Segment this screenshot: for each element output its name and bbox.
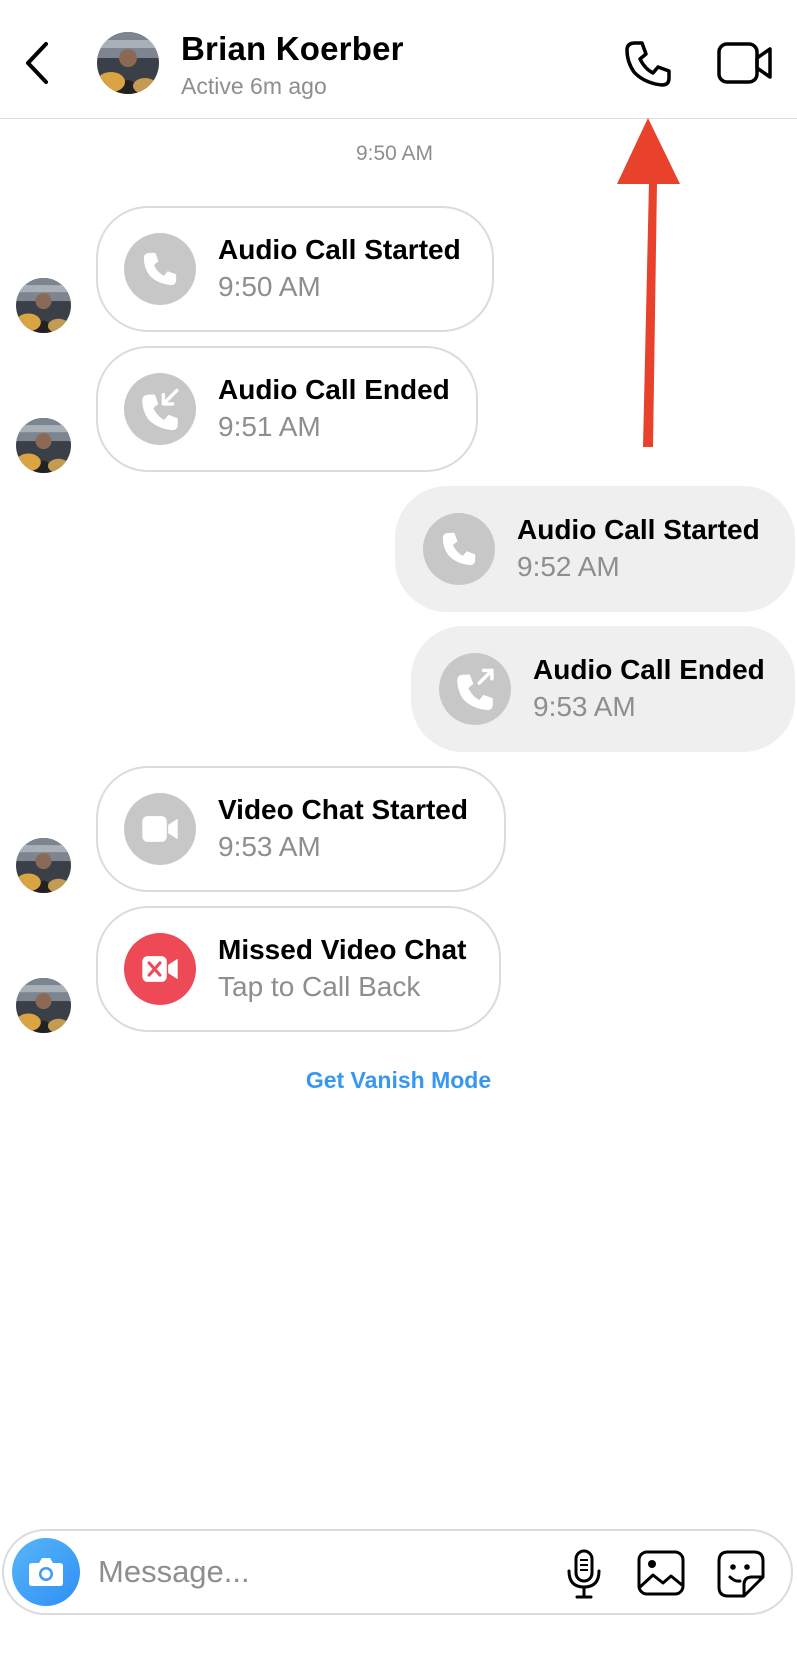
call-event-title: Audio Call Ended <box>218 374 450 405</box>
call-event-bubble[interactable]: Audio Call Started 9:52 AM <box>395 486 795 612</box>
call-event-title: Audio Call Ended <box>533 654 765 685</box>
back-button[interactable] <box>18 38 62 88</box>
call-event-time: 9:53 AM <box>218 831 321 862</box>
call-event-title: Video Chat Started <box>218 794 468 825</box>
sender-avatar[interactable] <box>16 418 71 473</box>
dm-thread-screen: Brian Koerber Active 6m ago 9:50 AM Audi… <box>0 0 797 1656</box>
phone-icon <box>625 41 671 87</box>
call-event-time: 9:50 AM <box>218 271 321 302</box>
audio-call-button[interactable] <box>622 38 674 90</box>
incoming-call-icon <box>142 388 179 431</box>
sender-avatar[interactable] <box>16 278 71 333</box>
missed-call-bubble[interactable]: Missed Video Chat Tap to Call Back <box>96 906 501 1032</box>
call-event-bubble[interactable]: Audio Call Ended 9:53 AM <box>411 626 795 752</box>
thread-header: Brian Koerber Active 6m ago <box>0 0 797 119</box>
call-event-icon <box>124 793 196 865</box>
missed-video-icon <box>142 956 178 982</box>
gallery-button[interactable] <box>636 1549 686 1597</box>
microphone-icon <box>567 1549 601 1599</box>
active-status: Active 6m ago <box>181 73 327 99</box>
call-back-prompt: Tap to Call Back <box>218 971 421 1002</box>
call-event-bubble[interactable]: Video Chat Started 9:53 AM <box>96 766 506 892</box>
camera-button[interactable] <box>12 1538 80 1606</box>
call-event-bubble[interactable]: Audio Call Ended 9:51 AM <box>96 346 478 472</box>
video-camera-icon <box>717 42 772 84</box>
contact-avatar[interactable] <box>97 32 159 94</box>
call-event-title: Audio Call Started <box>517 514 760 545</box>
call-event-time: 9:52 AM <box>517 551 620 582</box>
video-call-button[interactable] <box>716 38 774 88</box>
voice-message-button[interactable] <box>564 1549 604 1601</box>
video-camera-icon <box>142 816 178 842</box>
camera-icon <box>29 1558 63 1586</box>
call-event-icon <box>439 653 511 725</box>
call-event-icon <box>423 513 495 585</box>
call-event-icon <box>124 933 196 1005</box>
chevron-left-icon <box>26 42 48 84</box>
outgoing-call-icon <box>457 668 494 711</box>
annotation-arrow <box>617 118 680 447</box>
sticker-button[interactable] <box>716 1549 766 1599</box>
call-event-title: Missed Video Chat <box>218 934 467 965</box>
phone-icon <box>442 532 476 566</box>
get-vanish-mode-link[interactable]: Get Vanish Mode <box>0 1067 797 1094</box>
message-composer <box>2 1529 793 1615</box>
call-event-bubble[interactable]: Audio Call Started 9:50 AM <box>96 206 494 332</box>
call-event-time: 9:51 AM <box>218 411 321 442</box>
sender-avatar[interactable] <box>16 838 71 893</box>
image-icon <box>637 1550 685 1596</box>
sticker-icon <box>717 1550 765 1598</box>
call-event-icon <box>124 233 196 305</box>
call-event-time: 9:53 AM <box>533 691 636 722</box>
phone-icon <box>143 252 177 286</box>
call-event-title: Audio Call Started <box>218 234 461 265</box>
sender-avatar[interactable] <box>16 978 71 1033</box>
contact-name[interactable]: Brian Koerber <box>181 30 404 68</box>
message-input[interactable] <box>98 1547 528 1597</box>
call-event-icon <box>124 373 196 445</box>
timestamp-divider: 9:50 AM <box>355 142 434 165</box>
